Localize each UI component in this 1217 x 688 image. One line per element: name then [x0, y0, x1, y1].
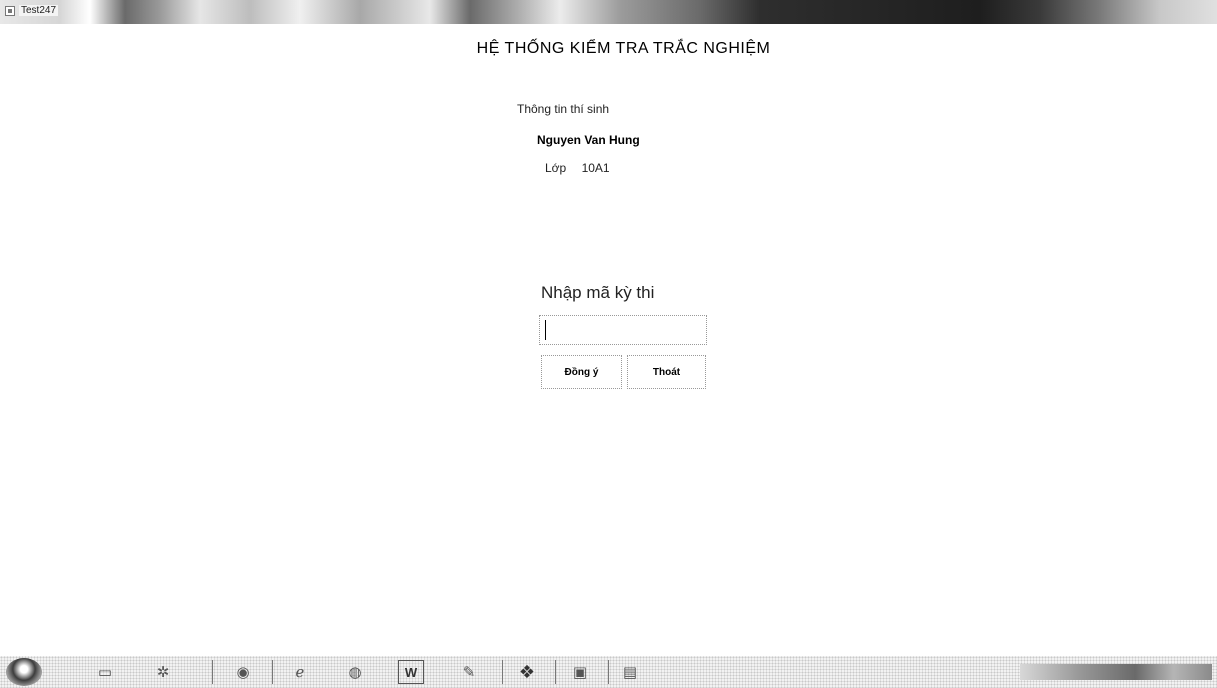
candidate-info-heading: Thông tin thí sinh	[517, 102, 610, 116]
exam-code-label: Nhập mã kỳ thi	[541, 283, 655, 302]
start-orb-icon[interactable]	[6, 658, 42, 686]
folder-icon[interactable]: ▭	[92, 660, 118, 684]
class-value: 10A1	[581, 161, 610, 175]
taskbar-separator	[212, 660, 213, 684]
settings-icon[interactable]: ✲	[150, 660, 176, 684]
exam-code-input[interactable]	[539, 315, 707, 345]
taskbar: ▭ ✲ ◉ ℯ ◍ W ✎ ❖ ▣ ▤	[0, 656, 1217, 688]
app-window-icon[interactable]: ▣	[567, 660, 593, 684]
class-label: Lớp	[545, 161, 567, 175]
app-window: Test247 HỆ THỐNG KIỂM TRA TRẮC NGHIỆM Th…	[0, 0, 1217, 688]
word-icon[interactable]: W	[398, 660, 424, 684]
cat-icon[interactable]: ❖	[514, 660, 540, 684]
taskbar-separator	[502, 660, 503, 684]
window-title: Test247	[19, 5, 59, 16]
internet-explorer-icon[interactable]: ℯ	[287, 660, 313, 684]
app-icon	[5, 6, 15, 16]
exit-button[interactable]: Thoát	[627, 355, 706, 389]
ok-button[interactable]: Đồng ý	[541, 355, 622, 389]
text-caret	[545, 320, 546, 340]
page-title: HỆ THỐNG KIỂM TRA TRẮC NGHIỆM	[476, 40, 771, 57]
class-row: Lớp 10A1	[545, 161, 610, 175]
app-icon[interactable]: ◍	[342, 660, 368, 684]
system-tray[interactable]	[1020, 664, 1212, 680]
taskbar-separator	[555, 660, 556, 684]
candidate-name: Nguyen Van Hung	[537, 133, 640, 147]
chrome-icon[interactable]: ◉	[230, 660, 256, 684]
test-app-icon[interactable]: ▤	[617, 660, 643, 684]
paint-icon[interactable]: ✎	[456, 660, 482, 684]
title-bar[interactable]: Test247	[0, 0, 1217, 24]
taskbar-separator	[608, 660, 609, 684]
taskbar-separator	[272, 660, 273, 684]
